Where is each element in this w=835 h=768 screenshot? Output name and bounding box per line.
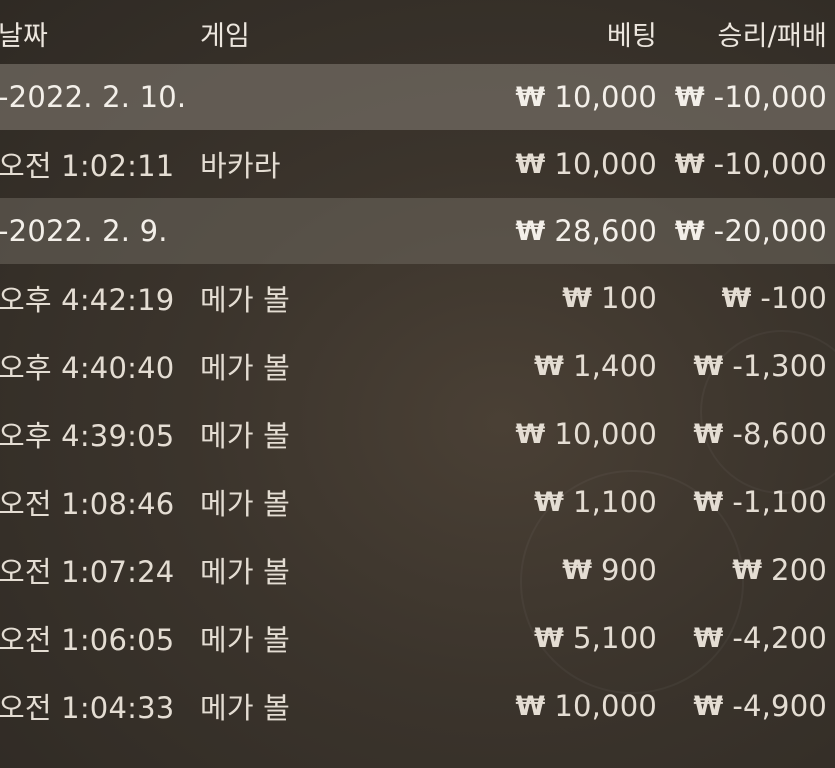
- won-icon: ₩: [515, 215, 546, 247]
- won-icon: ₩: [693, 486, 724, 518]
- row-game: 메가 볼: [200, 283, 291, 317]
- betting-history-table: 날짜 게임 베팅 승리/패배 -2022. 2. 10. ₩10,000 ₩ -10,…: [0, 0, 835, 740]
- row-result: ₩ -10,000: [675, 64, 827, 130]
- won-icon: ₩: [674, 215, 705, 247]
- row-result: ₩ -1,300: [694, 332, 827, 400]
- bet-amount: 1,400: [572, 349, 657, 383]
- header-result[interactable]: 승리/패배: [718, 0, 827, 64]
- row-result: ₩ -20,000: [675, 198, 827, 264]
- row-bet: ₩1,400: [534, 332, 657, 400]
- table-row[interactable]: 오후 4:40:40 메가 볼 ₩1,400 ₩ -1,300: [0, 332, 835, 400]
- row-result: ₩200: [732, 536, 827, 604]
- table-row[interactable]: 오후 4:42:19 메가 볼 ₩100 ₩ -100: [0, 264, 835, 332]
- table-row[interactable]: 오후 4:39:05 메가 볼 ₩10,000 ₩ -8,600: [0, 400, 835, 468]
- row-bet: ₩10,000: [516, 64, 657, 130]
- header-game[interactable]: 게임: [200, 0, 250, 64]
- row-result: ₩ -100: [722, 264, 827, 332]
- won-icon: ₩: [693, 418, 724, 450]
- table-header: 날짜 게임 베팅 승리/패배: [0, 0, 835, 64]
- row-bet: ₩900: [562, 536, 657, 604]
- won-icon: ₩: [674, 81, 705, 113]
- row-result: ₩ -4,200: [694, 604, 827, 672]
- won-icon: ₩: [515, 148, 546, 180]
- row-game: 메가 볼: [200, 623, 291, 657]
- row-time: 오후 4:42:19: [0, 283, 175, 317]
- bet-amount: 100: [601, 281, 657, 315]
- result-amount: -4,900: [732, 689, 827, 723]
- bet-amount: 28,600: [554, 214, 657, 248]
- row-time: 오전 1:07:24: [0, 555, 175, 589]
- won-icon: ₩: [693, 622, 724, 654]
- row-bet: ₩100: [562, 264, 657, 332]
- table-row[interactable]: 오전 1:02:11 바카라 ₩10,000 ₩ -10,000: [0, 130, 835, 198]
- table-row[interactable]: 오전 1:04:33 메가 볼 ₩10,000 ₩ -4,900: [0, 672, 835, 740]
- bet-amount: 5,100: [572, 621, 657, 655]
- result-amount: -4,200: [732, 621, 827, 655]
- row-game: 메가 볼: [200, 351, 291, 385]
- group-date: -2022. 2. 9.: [0, 214, 168, 248]
- header-date[interactable]: 날짜: [0, 0, 48, 64]
- row-time: 오전 1:08:46: [0, 487, 175, 521]
- row-bet: ₩10,000: [516, 130, 657, 198]
- table-row[interactable]: 오전 1:07:24 메가 볼 ₩900 ₩200: [0, 536, 835, 604]
- result-amount: -10,000: [713, 147, 827, 181]
- won-icon: ₩: [515, 690, 546, 722]
- row-game: 메가 볼: [200, 419, 291, 453]
- bet-amount: 1,100: [572, 485, 657, 519]
- won-icon: ₩: [534, 350, 564, 382]
- row-bet: ₩10,000: [516, 672, 657, 740]
- table-row[interactable]: 오전 1:08:46 메가 볼 ₩1,100 ₩ -1,100: [0, 468, 835, 536]
- row-game: 바카라: [200, 149, 281, 183]
- row-time: 오후 4:40:40: [0, 351, 175, 385]
- result-amount: -10,000: [713, 80, 827, 114]
- result-amount: -20,000: [713, 214, 827, 248]
- won-icon: ₩: [693, 350, 724, 382]
- row-time: 오전 1:04:33: [0, 691, 175, 725]
- row-bet: ₩10,000: [516, 400, 657, 468]
- won-icon: ₩: [515, 418, 546, 450]
- row-game: 메가 볼: [200, 555, 291, 589]
- table-row[interactable]: 오전 1:06:05 메가 볼 ₩5,100 ₩ -4,200: [0, 604, 835, 672]
- bet-amount: 10,000: [554, 147, 657, 181]
- won-icon: ₩: [562, 554, 592, 586]
- row-time: 오전 1:06:05: [0, 623, 175, 657]
- row-result: ₩ -4,900: [694, 672, 827, 740]
- bet-amount: 10,000: [554, 417, 657, 451]
- won-icon: ₩: [515, 81, 546, 113]
- row-game: 메가 볼: [200, 691, 291, 725]
- result-amount: -100: [760, 281, 827, 315]
- won-icon: ₩: [693, 690, 724, 722]
- row-bet: ₩28,600: [516, 198, 657, 264]
- row-game: 메가 볼: [200, 487, 291, 521]
- date-group-row[interactable]: -2022. 2. 10. ₩10,000 ₩ -10,000: [0, 64, 835, 130]
- row-result: ₩ -8,600: [694, 400, 827, 468]
- won-icon: ₩: [721, 282, 752, 314]
- row-result: ₩ -10,000: [675, 130, 827, 198]
- row-bet: ₩1,100: [534, 468, 657, 536]
- date-group-row[interactable]: -2022. 2. 9. ₩28,600 ₩ -20,000: [0, 198, 835, 264]
- won-icon: ₩: [562, 282, 592, 314]
- won-icon: ₩: [732, 554, 762, 586]
- won-icon: ₩: [674, 148, 705, 180]
- result-amount: -1,100: [732, 485, 827, 519]
- won-icon: ₩: [534, 486, 564, 518]
- row-time: 오전 1:02:11: [0, 149, 175, 183]
- result-amount: -1,300: [732, 349, 827, 383]
- group-date: -2022. 2. 10.: [0, 80, 187, 114]
- bet-amount: 10,000: [554, 689, 657, 723]
- row-bet: ₩5,100: [534, 604, 657, 672]
- bet-amount: 900: [601, 553, 657, 587]
- won-icon: ₩: [534, 622, 564, 654]
- header-bet[interactable]: 베팅: [607, 0, 657, 64]
- row-result: ₩ -1,100: [694, 468, 827, 536]
- result-amount: 200: [771, 553, 827, 587]
- bet-amount: 10,000: [554, 80, 657, 114]
- result-amount: -8,600: [732, 417, 827, 451]
- table-body: -2022. 2. 10. ₩10,000 ₩ -10,000 오전 1:02:11 바카…: [0, 64, 835, 740]
- row-time: 오후 4:39:05: [0, 419, 175, 453]
